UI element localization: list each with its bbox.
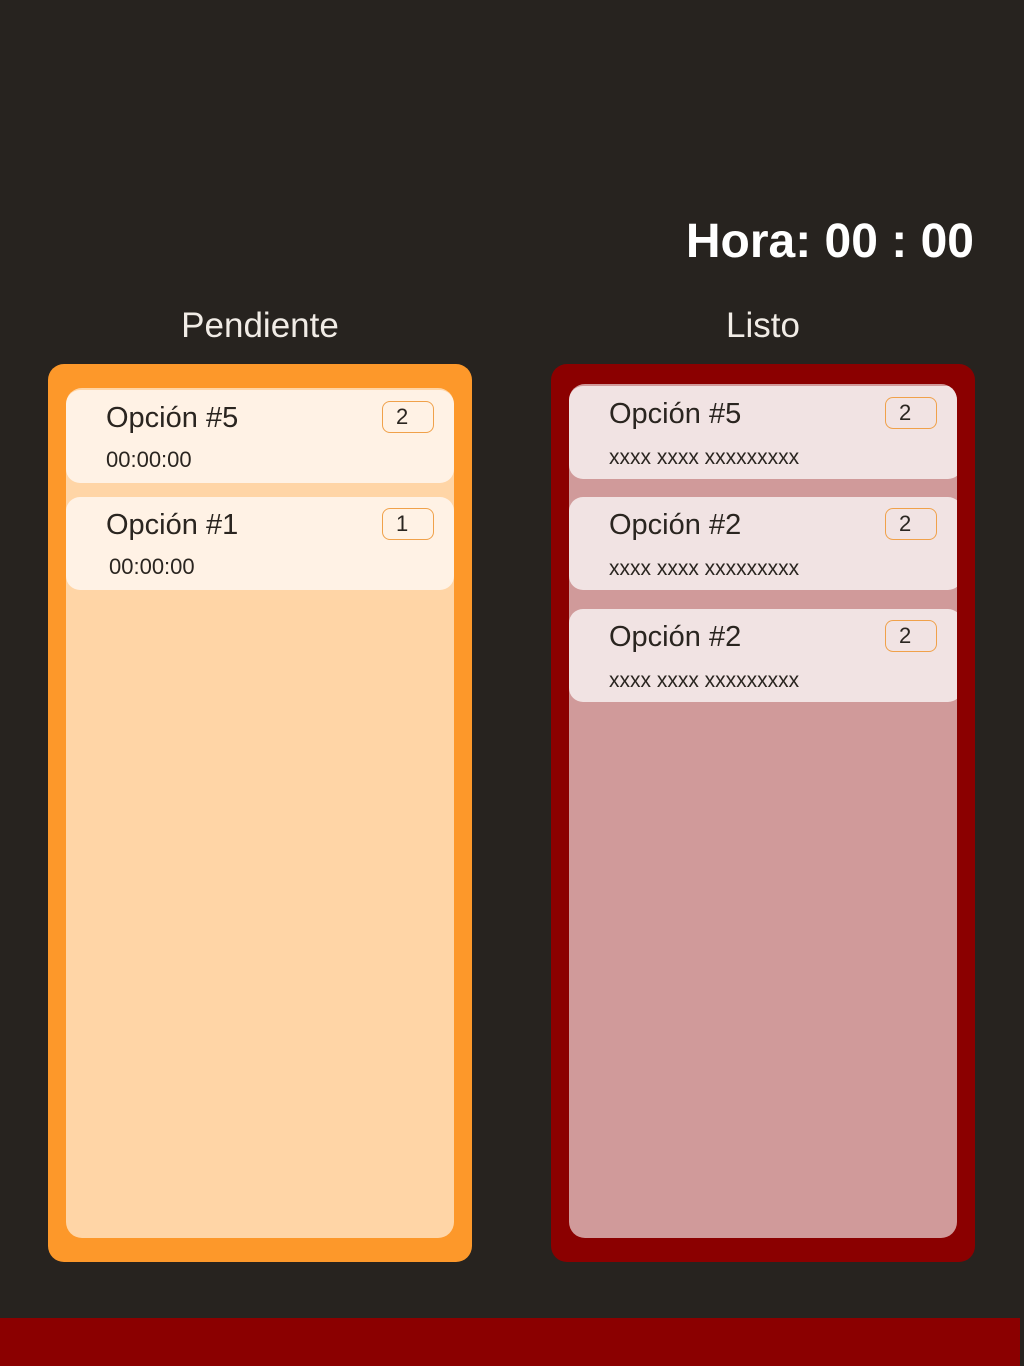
pending-list: Opción #5 2 00:00:00 Opción #1 1 00:00:0… [66,388,454,1238]
quantity-badge: 2 [382,401,434,433]
order-title: Opción #2 [609,621,742,653]
done-board: Opción #5 2 xxxx xxxx xxxxxxxxx Opción #… [551,364,975,1262]
order-title: Opción #5 [106,402,239,434]
quantity-badge: 2 [885,620,937,652]
column-title-pending: Pendiente [181,306,339,345]
order-title: Opción #1 [106,509,239,541]
order-timer: 00:00:00 [109,554,195,579]
order-card[interactable]: Opción #5 2 00:00:00 [66,390,454,483]
order-detail: xxxx xxxx xxxxxxxxx [609,446,800,469]
order-detail: xxxx xxxx xxxxxxxxx [609,669,800,692]
bottom-bar [0,1318,1020,1366]
order-card[interactable]: Opción #2 2 xxxx xxxx xxxxxxxxx [569,497,957,590]
order-title: Opción #5 [609,398,742,430]
quantity-badge: 2 [885,508,937,540]
order-card[interactable]: Opción #1 1 00:00:00 [66,497,454,590]
order-card[interactable]: Opción #5 2 xxxx xxxx xxxxxxxxx [569,386,957,479]
order-title: Opción #2 [609,509,742,541]
quantity-badge: 2 [885,397,937,429]
pending-board: Opción #5 2 00:00:00 Opción #1 1 00:00:0… [48,364,472,1262]
quantity-badge: 1 [382,508,434,540]
column-title-done: Listo [726,306,800,345]
order-detail: xxxx xxxx xxxxxxxxx [609,557,800,580]
clock-display: Hora: 00 : 00 [685,215,974,268]
order-timer: 00:00:00 [106,447,192,472]
done-list: Opción #5 2 xxxx xxxx xxxxxxxxx Opción #… [569,384,957,1238]
order-card[interactable]: Opción #2 2 xxxx xxxx xxxxxxxxx [569,609,957,702]
